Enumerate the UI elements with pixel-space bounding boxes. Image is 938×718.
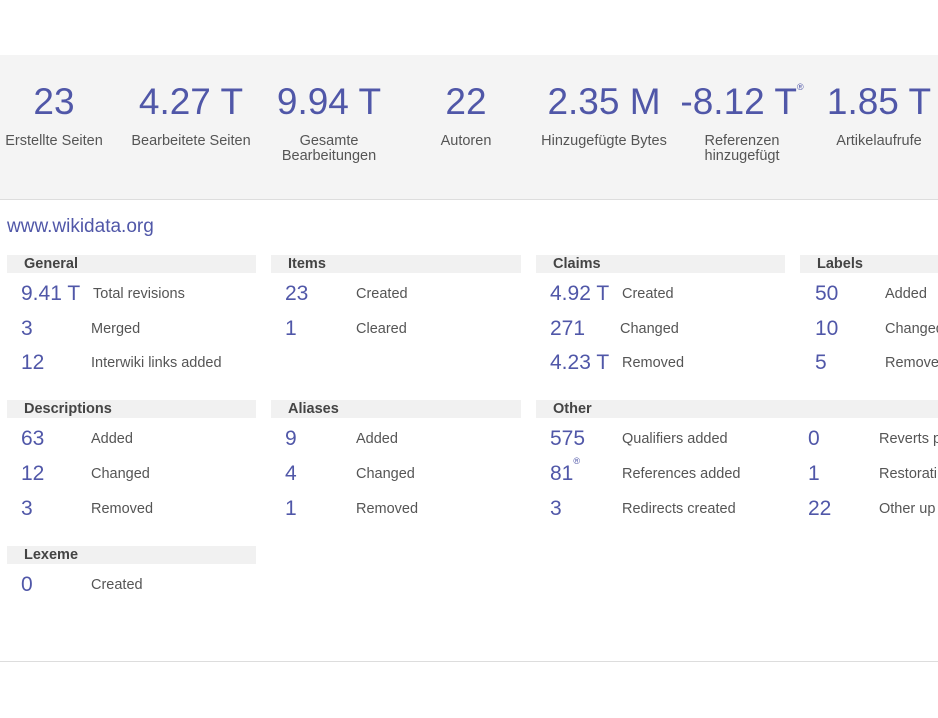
row-value: 9 [285, 427, 297, 450]
list-item: 1 Restorati [808, 459, 938, 489]
row-label: Redirects created [622, 501, 736, 517]
row-label: Created [91, 577, 143, 593]
section-header-descriptions: Descriptions [7, 400, 256, 418]
row-value: 1 [285, 317, 297, 340]
wiki-link[interactable]: www.wikidata.org [7, 216, 154, 238]
row-label: Cleared [356, 321, 407, 337]
stat-value: 4.27 T [138, 81, 244, 122]
row-label: Merged [91, 321, 141, 337]
section-header-claims: Claims [536, 255, 785, 273]
row-value: 5 [815, 351, 827, 374]
row-value: 0 [21, 573, 33, 596]
row-value: 0 [808, 427, 820, 450]
row-label: Changed [356, 466, 415, 482]
row-value: 3 [550, 497, 562, 520]
section-header-other: Other [536, 400, 938, 418]
summary-bar: 23 Erstellte Seiten 4.27 T Bearbeitete S… [0, 55, 938, 200]
row-value: 575 [550, 427, 586, 450]
row-value-text: 81 [550, 462, 574, 485]
row-label: Other up [879, 501, 936, 517]
row-value: 22 [808, 497, 832, 520]
divider [0, 661, 938, 662]
row-value: 1 [285, 497, 297, 520]
row-label: Changed [885, 321, 938, 337]
row-value: 81® [550, 456, 580, 489]
list-item: 0 Reverts p [808, 424, 938, 454]
stat-value: 1.85 T [826, 81, 932, 122]
stat-label: Erstellte Seiten [5, 133, 103, 149]
row-value: 4.92 T [550, 282, 610, 305]
list-item: 5 Removed [815, 348, 938, 378]
stat-label: Bearbeitete Seiten [131, 133, 251, 149]
stat-value: 9.94 T [276, 81, 382, 122]
row-label: Qualifiers added [622, 431, 728, 447]
list-item: 50 Added [815, 279, 938, 309]
row-label: Created [356, 286, 408, 302]
row-label: Changed [91, 466, 150, 482]
row-label: Total revisions [93, 286, 185, 302]
stat-label: Gesamte Bearbeitungen [259, 134, 399, 164]
info-marker-icon[interactable]: ® [573, 456, 580, 466]
row-value: 4 [285, 462, 297, 485]
list-item: 10 Changed [815, 314, 938, 344]
stat-label: Artikelaufrufe [836, 133, 922, 149]
row-label: Changed [620, 321, 679, 337]
stat-label: Referenzen hinzugefügt [672, 134, 812, 164]
row-value: 271 [550, 317, 586, 340]
stat-label: Hinzugefügte Bytes [541, 133, 667, 149]
row-label: Added [885, 286, 927, 302]
row-value: 63 [21, 427, 45, 450]
row-label: Added [356, 431, 398, 447]
row-label: Reverts p [879, 431, 938, 447]
row-value: 10 [815, 317, 839, 340]
stat-value-text: -8.12 T [680, 81, 797, 122]
row-value: 3 [21, 497, 33, 520]
row-label: Removed [356, 501, 419, 517]
section-header-aliases: Aliases [271, 400, 521, 418]
row-label: Removed [622, 355, 685, 371]
stat-value: 23 [33, 81, 75, 122]
stat-value: 2.35 M [547, 81, 661, 122]
stat-label-line2: hinzugefügt [704, 148, 780, 164]
row-value: 1 [808, 462, 820, 485]
info-marker-icon[interactable]: ® [797, 82, 804, 92]
row-label: Interwiki links added [91, 355, 222, 371]
row-label: References added [622, 466, 741, 482]
row-value: 3 [21, 317, 33, 340]
row-label: Removed [91, 501, 154, 517]
stat-label: Autoren [440, 133, 492, 149]
row-label: Added [91, 431, 133, 447]
stat-value: -8.12 T® [672, 81, 812, 123]
row-label: Removed [885, 355, 938, 371]
section-header-lexeme: Lexeme [7, 546, 256, 564]
row-value: 12 [21, 351, 45, 374]
row-value: 9.41 T [21, 282, 81, 305]
section-header-items: Items [271, 255, 521, 273]
stat-label-line2: Bearbeitungen [281, 148, 377, 164]
stat-label-line1: Gesamte [299, 133, 359, 149]
row-value: 50 [815, 282, 839, 305]
row-label: Restorati [879, 466, 938, 482]
row-value: 4.23 T [550, 351, 610, 374]
row-label: Created [622, 286, 674, 302]
section-header-general: General [7, 255, 256, 273]
list-item: 22 Other up [808, 494, 938, 524]
section-header-labels: Labels [800, 255, 938, 273]
stat-value: 22 [445, 81, 487, 122]
row-value: 23 [285, 282, 309, 305]
row-value: 12 [21, 462, 45, 485]
stat-label-line1: Referenzen [704, 133, 780, 149]
